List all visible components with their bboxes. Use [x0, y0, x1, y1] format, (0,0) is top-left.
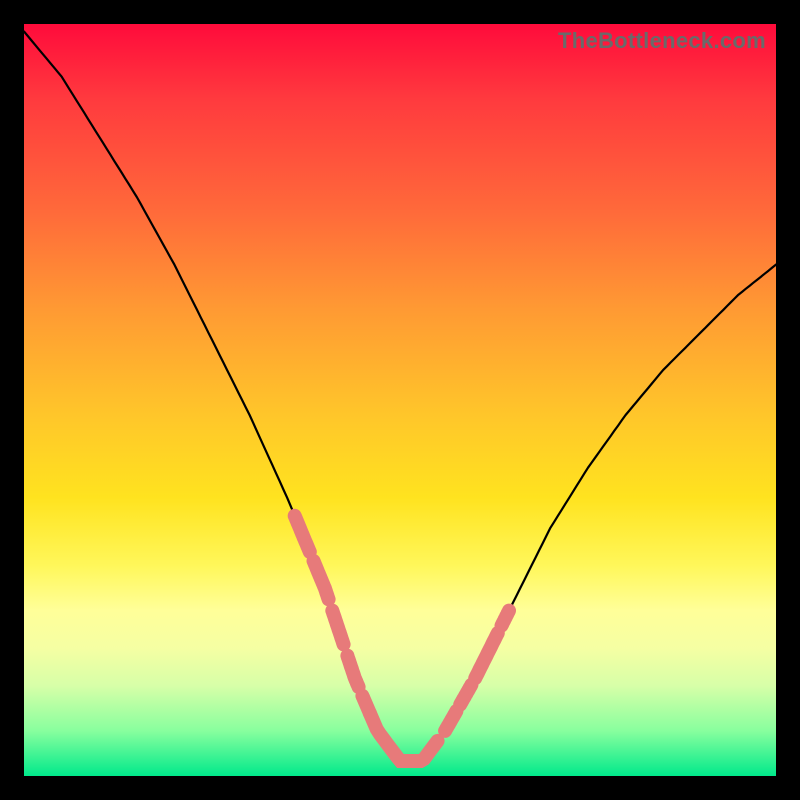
chart-frame: TheBottleneck.com — [0, 0, 800, 800]
bead-right-4 — [502, 611, 510, 626]
bead-left-5 — [362, 696, 370, 714]
bead-left-4 — [347, 656, 358, 687]
bead-group — [295, 516, 509, 761]
bead-right-3 — [475, 633, 498, 678]
bottleneck-curve — [24, 32, 776, 762]
plot-area: TheBottleneck.com — [24, 24, 776, 776]
bead-right-2 — [460, 685, 471, 705]
bead-flat-bottom — [370, 713, 438, 761]
curve-svg — [24, 24, 776, 776]
bead-right-1 — [445, 711, 456, 731]
bead-left-2 — [314, 561, 329, 599]
bead-left-1 — [295, 516, 310, 552]
bead-left-3 — [332, 611, 343, 645]
